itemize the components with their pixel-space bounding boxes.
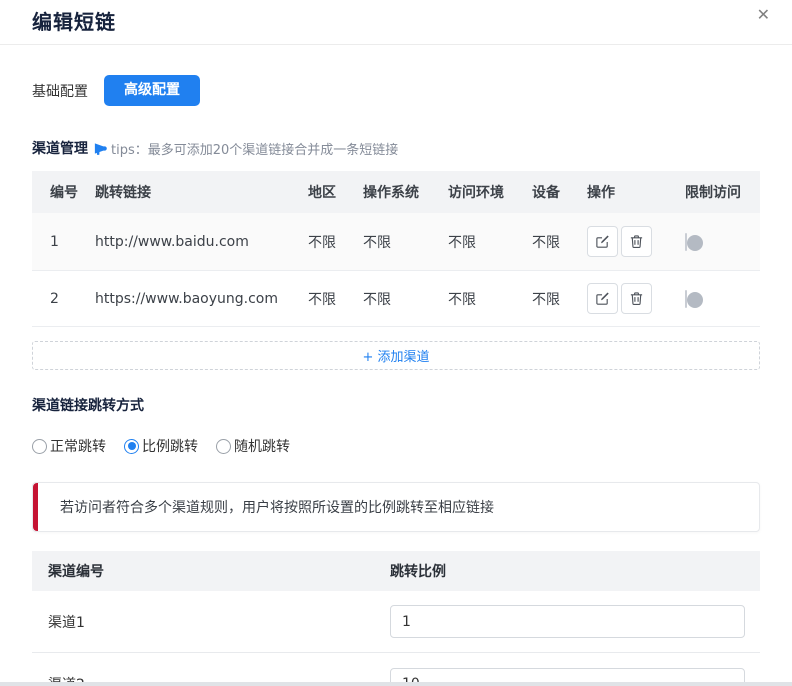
delete-button[interactable] bbox=[621, 283, 652, 314]
col-header-operation: 操作 bbox=[587, 182, 685, 202]
channel-section-header: 渠道管理 tips：最多可添加20个渠道链接合并成一条短链接 bbox=[32, 138, 760, 158]
radio-icon bbox=[124, 439, 139, 454]
table-row: 2 https://www.baoyung.com 不限 不限 不限 不限 bbox=[32, 270, 760, 327]
row-device: 不限 bbox=[532, 289, 587, 309]
row-env: 不限 bbox=[448, 232, 532, 252]
trash-icon bbox=[629, 234, 644, 249]
alert-stripe bbox=[33, 483, 38, 531]
col-header-url: 跳转链接 bbox=[95, 182, 308, 202]
radio-icon bbox=[216, 439, 231, 454]
tab-advanced-config[interactable]: 高级配置 bbox=[104, 75, 200, 106]
channel-table: 编号 跳转链接 地区 操作系统 访问环境 设备 操作 限制访问 1 http:/… bbox=[32, 171, 760, 327]
jump-mode-options: 正常跳转 比例跳转 随机跳转 bbox=[32, 436, 760, 456]
col-header-env: 访问环境 bbox=[448, 182, 532, 202]
modal-bottom-edge bbox=[0, 682, 792, 686]
channel-name: 渠道1 bbox=[32, 612, 390, 632]
channel-tips-text: tips：最多可添加20个渠道链接合并成一条短链接 bbox=[111, 139, 398, 158]
radio-label: 正常跳转 bbox=[50, 436, 106, 456]
row-no: 1 bbox=[32, 234, 95, 250]
toggle-knob bbox=[687, 235, 703, 251]
restrict-access-toggle[interactable] bbox=[685, 290, 687, 308]
tab-basic-config[interactable]: 基础配置 bbox=[32, 81, 88, 101]
row-region: 不限 bbox=[308, 232, 363, 252]
row-region: 不限 bbox=[308, 289, 363, 309]
edit-button[interactable] bbox=[587, 283, 618, 314]
dialog-header: 编辑短链 ✕ bbox=[0, 0, 792, 45]
col-header-restrict: 限制访问 bbox=[685, 182, 760, 202]
col-header-channel-no: 渠道编号 bbox=[32, 561, 390, 581]
edit-icon bbox=[595, 291, 610, 306]
trash-icon bbox=[629, 291, 644, 306]
row-operations bbox=[587, 226, 685, 257]
restrict-cell bbox=[685, 234, 760, 250]
row-operations bbox=[587, 283, 685, 314]
add-channel-button[interactable]: + 添加渠道 bbox=[32, 341, 760, 370]
row-os: 不限 bbox=[363, 289, 448, 309]
radio-ratio-jump[interactable]: 比例跳转 bbox=[124, 436, 198, 456]
toggle-knob bbox=[687, 292, 703, 308]
alert-text: 若访问者符合多个渠道规则，用户将按照所设置的比例跳转至相应链接 bbox=[33, 497, 494, 517]
ratio-table: 渠道编号 跳转比例 渠道1 渠道2 bbox=[32, 551, 760, 686]
table-row: 渠道1 bbox=[32, 591, 760, 653]
megaphone-icon bbox=[93, 141, 108, 156]
channel1-ratio-input[interactable] bbox=[390, 605, 745, 638]
col-header-os: 操作系统 bbox=[363, 182, 448, 202]
radio-random-jump[interactable]: 随机跳转 bbox=[216, 436, 290, 456]
radio-normal-jump[interactable]: 正常跳转 bbox=[32, 436, 106, 456]
col-header-jump-ratio: 跳转比例 bbox=[390, 561, 760, 581]
restrict-cell bbox=[685, 291, 760, 307]
col-header-no: 编号 bbox=[32, 182, 95, 202]
ratio-cell bbox=[390, 605, 760, 638]
channel-management-label: 渠道管理 bbox=[32, 138, 88, 158]
row-no: 2 bbox=[32, 291, 95, 307]
edit-button[interactable] bbox=[587, 226, 618, 257]
radio-label: 随机跳转 bbox=[234, 436, 290, 456]
jump-mode-label: 渠道链接跳转方式 bbox=[32, 395, 760, 415]
col-header-device: 设备 bbox=[532, 182, 587, 202]
row-env: 不限 bbox=[448, 289, 532, 309]
ratio-table-header: 渠道编号 跳转比例 bbox=[32, 551, 760, 591]
config-tabs: 基础配置 高级配置 bbox=[32, 75, 760, 106]
restrict-access-toggle[interactable] bbox=[685, 233, 687, 251]
row-os: 不限 bbox=[363, 232, 448, 252]
radio-icon bbox=[32, 439, 47, 454]
ratio-jump-alert: 若访问者符合多个渠道规则，用户将按照所设置的比例跳转至相应链接 bbox=[32, 482, 760, 532]
radio-label: 比例跳转 bbox=[142, 436, 198, 456]
col-header-region: 地区 bbox=[308, 182, 363, 202]
close-icon[interactable]: ✕ bbox=[751, 3, 776, 26]
dialog-body: 基础配置 高级配置 渠道管理 tips：最多可添加20个渠道链接合并成一条短链接… bbox=[0, 75, 792, 686]
row-url: http://www.baidu.com bbox=[95, 234, 308, 250]
row-device: 不限 bbox=[532, 232, 587, 252]
delete-button[interactable] bbox=[621, 226, 652, 257]
row-url: https://www.baoyung.com bbox=[95, 291, 308, 307]
table-row: 1 http://www.baidu.com 不限 不限 不限 不限 bbox=[32, 213, 760, 270]
dialog-title: 编辑短链 bbox=[32, 10, 116, 34]
channel-table-header: 编号 跳转链接 地区 操作系统 访问环境 设备 操作 限制访问 bbox=[32, 171, 760, 213]
edit-icon bbox=[595, 234, 610, 249]
